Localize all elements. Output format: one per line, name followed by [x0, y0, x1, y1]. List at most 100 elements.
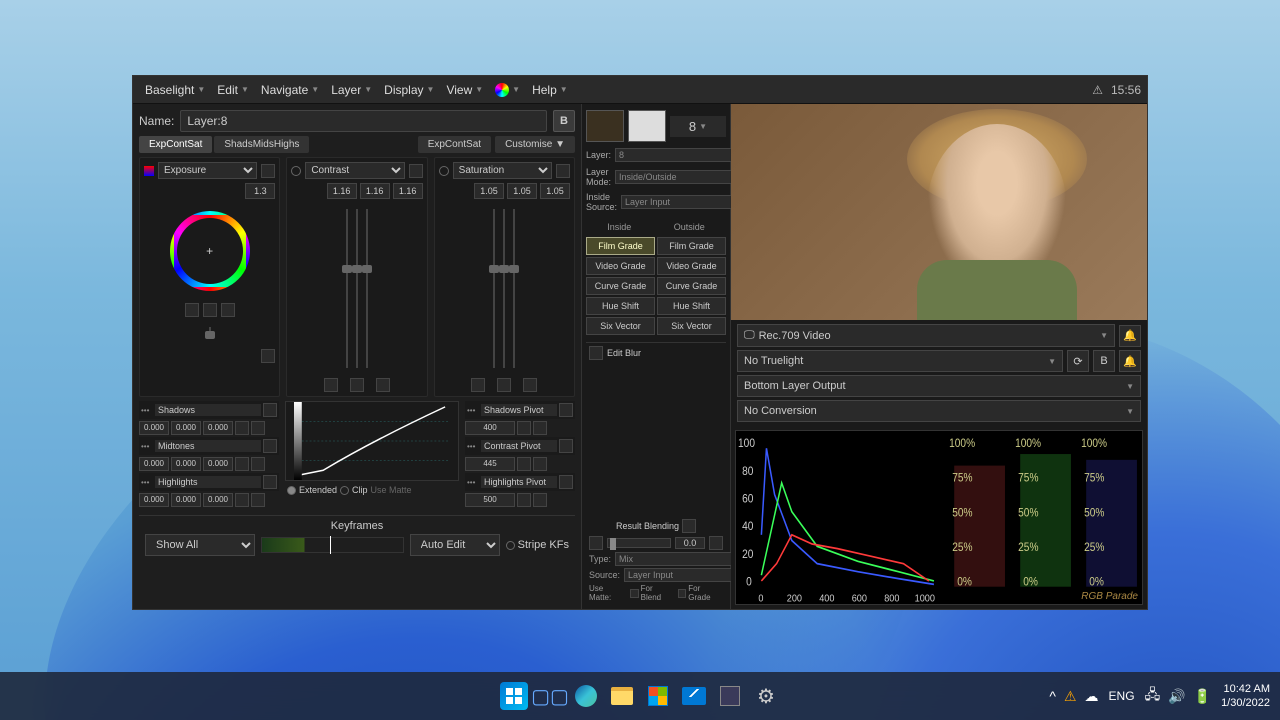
saturation-v2[interactable] — [507, 183, 537, 199]
mail-icon[interactable] — [680, 682, 708, 710]
menu-navigate[interactable]: Navigate▼ — [255, 79, 325, 101]
saturation-slider-1[interactable] — [493, 209, 495, 368]
bell-icon[interactable]: 🔔 — [1119, 325, 1141, 347]
result-blend-toggle[interactable] — [682, 519, 696, 533]
outside-hue-shift[interactable]: Hue Shift — [657, 297, 726, 315]
contrast-v3[interactable] — [393, 183, 423, 199]
contrast-reset[interactable] — [409, 164, 423, 178]
wheel-btn-2[interactable] — [203, 303, 217, 317]
battery-icon[interactable]: 🔋 — [1194, 688, 1211, 705]
menu-help[interactable]: Help▼ — [526, 79, 574, 101]
tray-cloud-icon[interactable]: ☁ — [1085, 688, 1099, 705]
bell-icon-2[interactable]: 🔔 — [1119, 350, 1141, 372]
contrast-slider-2[interactable] — [356, 209, 358, 368]
menu-color-icon[interactable]: ▼ — [489, 79, 526, 101]
exposure-foot-btn[interactable] — [261, 349, 275, 363]
video-preview[interactable] — [731, 104, 1147, 320]
saturation-foot-1[interactable] — [471, 378, 485, 392]
auto-edit-select[interactable]: Auto Edit — [410, 534, 500, 556]
extended-radio[interactable] — [287, 486, 296, 495]
inside-source-field[interactable] — [621, 195, 746, 209]
layer-mode-field[interactable] — [615, 170, 740, 184]
b-icon-btn[interactable]: B — [1093, 350, 1115, 372]
volume-icon[interactable]: 🔊 — [1168, 688, 1185, 705]
saturation-reset[interactable] — [556, 164, 570, 178]
saturation-slider-2[interactable] — [503, 209, 505, 368]
outside-six-vector[interactable]: Six Vector — [657, 317, 726, 335]
layer-field[interactable] — [615, 148, 740, 162]
saturation-v3[interactable] — [540, 183, 570, 199]
layer-name-input[interactable] — [180, 110, 547, 132]
midtones-label[interactable]: Midtones — [155, 440, 261, 452]
menu-view[interactable]: View▼ — [440, 79, 489, 101]
exposure-slider[interactable] — [209, 327, 211, 339]
layer-number-select[interactable]: 8▼ — [670, 116, 726, 137]
start-button[interactable] — [500, 682, 528, 710]
shadows-pivot-label[interactable]: Shadows Pivot — [481, 404, 557, 416]
contrast-pivot-label[interactable]: Contrast Pivot — [481, 440, 557, 452]
tab-expcontsat[interactable]: ExpContSat — [139, 136, 212, 153]
saturation-slider-3[interactable] — [513, 209, 515, 368]
shadows-v1[interactable]: 0.000 — [139, 421, 169, 435]
saturation-foot-3[interactable] — [523, 378, 537, 392]
for-blend-check[interactable]: For Blend — [630, 584, 674, 602]
truelight-select[interactable]: No Truelight▼ — [737, 350, 1063, 372]
contrast-foot-1[interactable] — [324, 378, 338, 392]
shadows-reset[interactable] — [263, 403, 277, 417]
contrast-foot-2[interactable] — [350, 378, 364, 392]
blend-slider[interactable] — [607, 538, 671, 548]
blend-type-field[interactable] — [615, 552, 740, 566]
outside-film-grade[interactable]: Film Grade — [657, 237, 726, 255]
for-grade-check[interactable]: For Grade — [678, 584, 723, 602]
clip-radio[interactable] — [340, 486, 349, 495]
exposure-value[interactable] — [245, 183, 275, 199]
exposure-reset[interactable] — [261, 164, 275, 178]
app-icon[interactable] — [716, 682, 744, 710]
shadows-label[interactable]: Shadows — [155, 404, 261, 416]
explorer-icon[interactable] — [608, 682, 636, 710]
colorspace-select[interactable]: 🖵Rec.709 Video▼ — [737, 324, 1115, 347]
curve-editor[interactable] — [285, 401, 459, 481]
refresh-icon[interactable]: ⟳ — [1067, 350, 1089, 372]
dots-icon[interactable]: ••• — [141, 406, 153, 415]
outside-curve-grade[interactable]: Curve Grade — [657, 277, 726, 295]
inside-video-grade[interactable]: Video Grade — [586, 257, 655, 275]
keyframes-timeline[interactable] — [261, 537, 404, 553]
tray-chevron-icon[interactable]: ^ — [1049, 688, 1056, 704]
task-view-icon[interactable]: ▢▢ — [536, 682, 564, 710]
histogram-scope[interactable]: 100 80 60 40 20 0 0 200 400 600 800 1000 — [735, 430, 1143, 605]
contrast-v1[interactable] — [327, 183, 357, 199]
inside-six-vector[interactable]: Six Vector — [586, 317, 655, 335]
contrast-slider-3[interactable] — [366, 209, 368, 368]
highlights-label[interactable]: Highlights — [155, 476, 261, 488]
network-icon[interactable]: 🖧 — [1145, 684, 1161, 708]
stripe-kfs-toggle[interactable]: Stripe KFs — [506, 539, 569, 551]
warning-icon[interactable]: ⚠ — [1092, 83, 1103, 97]
layer-thumbnail-graded[interactable] — [586, 110, 624, 142]
contrast-slider-1[interactable] — [346, 209, 348, 368]
inside-film-grade[interactable]: Film Grade — [586, 237, 655, 255]
menu-edit[interactable]: Edit▼ — [211, 79, 255, 101]
saturation-v1[interactable] — [474, 183, 504, 199]
b-toggle-button[interactable]: B — [553, 110, 575, 132]
wheel-btn-3[interactable] — [221, 303, 235, 317]
inside-hue-shift[interactable]: Hue Shift — [586, 297, 655, 315]
inside-curve-grade[interactable]: Curve Grade — [586, 277, 655, 295]
expcontsat-label[interactable]: ExpContSat — [418, 136, 491, 153]
contrast-select[interactable]: Contrast — [305, 162, 404, 179]
saturation-select[interactable]: Saturation — [453, 162, 552, 179]
menu-baselight[interactable]: Baselight▼ — [139, 79, 211, 101]
color-wheel[interactable]: + — [170, 211, 250, 291]
contrast-v2[interactable] — [360, 183, 390, 199]
system-clock[interactable]: 10:42 AM 1/30/2022 — [1221, 682, 1270, 711]
layer-thumbnail-matte[interactable] — [628, 110, 666, 142]
conversion-select[interactable]: No Conversion▼ — [737, 400, 1141, 422]
customise-button[interactable]: Customise ▼ — [495, 136, 575, 153]
saturation-foot-2[interactable] — [497, 378, 511, 392]
store-icon[interactable] — [644, 682, 672, 710]
language-indicator[interactable]: ENG — [1109, 689, 1135, 703]
menu-layer[interactable]: Layer▼ — [325, 79, 378, 101]
edit-blur-toggle[interactable] — [589, 346, 603, 360]
contrast-foot-3[interactable] — [376, 378, 390, 392]
tray-onedrive-icon[interactable]: ⚠ — [1064, 688, 1077, 705]
